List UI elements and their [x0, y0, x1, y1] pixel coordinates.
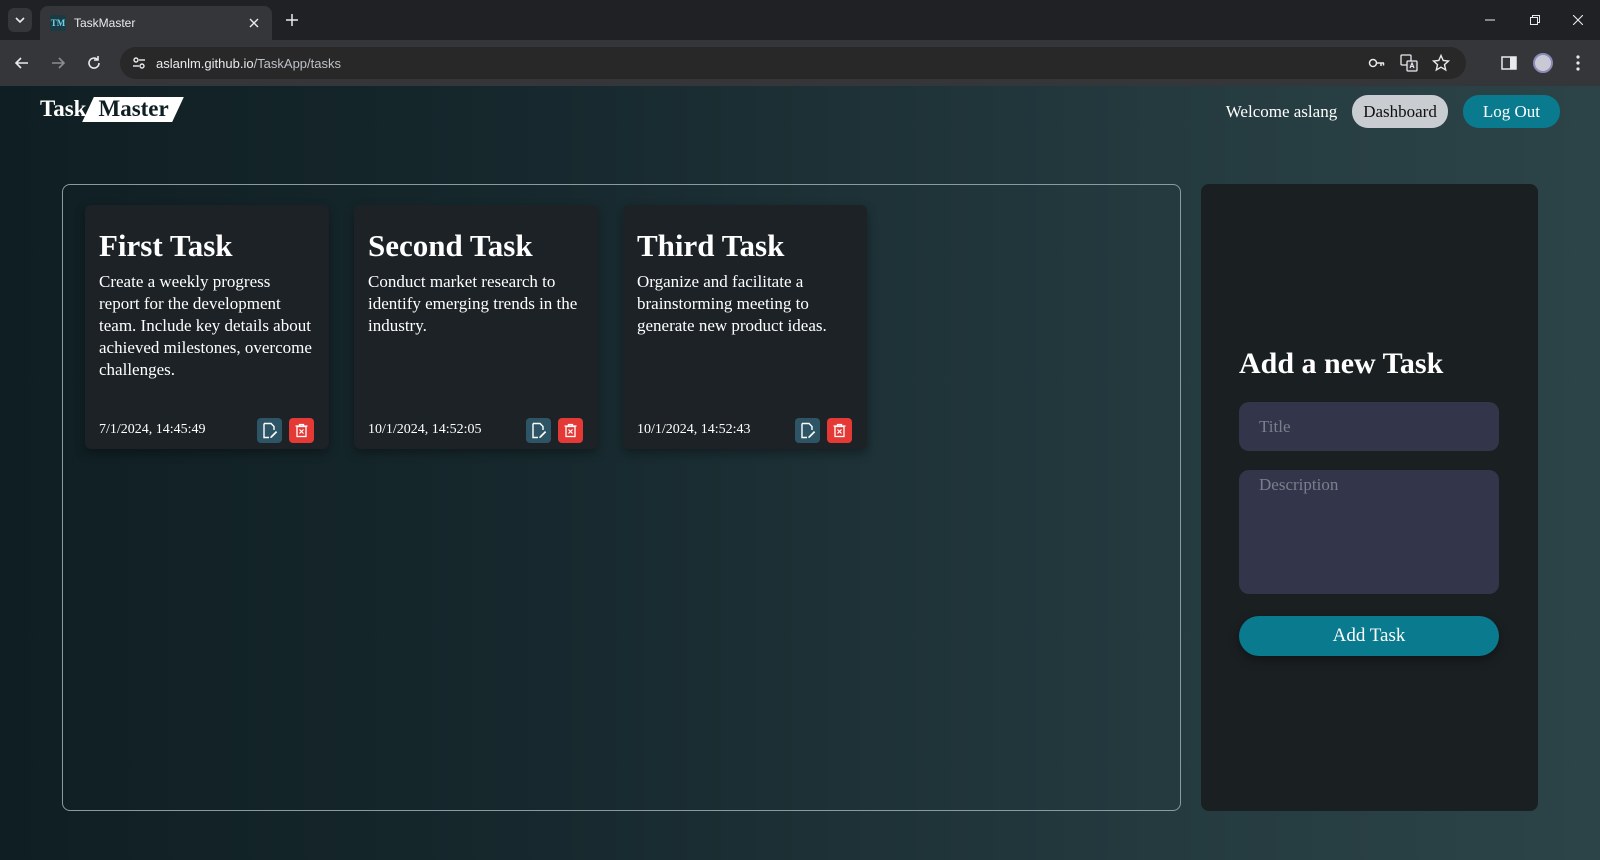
- browser-toolbar: aslanlm.github.io/TaskApp/tasks: [0, 40, 1600, 86]
- reload-icon: [88, 56, 100, 69]
- url-text: aslanlm.github.io/TaskApp/tasks: [156, 56, 341, 71]
- header-nav: Welcome aslang Dashboard Log Out: [1226, 95, 1560, 128]
- close-window-button[interactable]: [1564, 8, 1592, 32]
- logo-master: Master: [88, 96, 178, 122]
- task-card: Second Task Conduct market research to i…: [354, 205, 598, 449]
- delete-task-button[interactable]: [558, 417, 583, 443]
- tab-title: TaskMaster: [74, 16, 136, 30]
- logo[interactable]: Task Master: [40, 96, 179, 122]
- profile-button[interactable]: [1531, 51, 1555, 75]
- task-footer: 10/1/2024, 14:52:05: [368, 417, 583, 443]
- new-tab-button[interactable]: [282, 10, 302, 30]
- task-footer: 10/1/2024, 14:52:43: [637, 417, 852, 443]
- delete-icon: [295, 423, 308, 437]
- tab-close-button[interactable]: [246, 15, 262, 31]
- task-footer: 7/1/2024, 14:45:49: [99, 417, 314, 443]
- delete-task-button[interactable]: [827, 417, 852, 443]
- url-host: aslanlm.github.io: [156, 55, 254, 71]
- star-icon: [1432, 54, 1450, 72]
- delete-icon: [564, 423, 577, 437]
- close-icon: [249, 18, 259, 28]
- task-description-input[interactable]: [1239, 470, 1499, 594]
- task-description: Conduct market research to identify emer…: [368, 272, 578, 335]
- task-card: Third Task Organize and facilitate a bra…: [623, 205, 867, 449]
- task-title: First Task: [99, 228, 233, 263]
- key-icon: [1368, 58, 1385, 68]
- side-panel-icon: [1501, 56, 1517, 70]
- forward-button[interactable]: [46, 51, 70, 75]
- favicon-icon: TM: [50, 15, 66, 31]
- reload-button[interactable]: [82, 51, 106, 75]
- edit-icon: [801, 422, 816, 438]
- add-task-heading: Add a new Task: [1239, 347, 1444, 380]
- task-date: 10/1/2024, 14:52:05: [368, 422, 482, 437]
- edit-task-button[interactable]: [795, 417, 820, 443]
- dashboard-button[interactable]: Dashboard: [1352, 95, 1448, 128]
- tab-search-button[interactable]: [8, 8, 32, 32]
- minimize-icon: [1485, 19, 1495, 21]
- edit-icon: [532, 422, 547, 438]
- task-description: Organize and facilitate a brainstorming …: [637, 272, 827, 335]
- minimize-button[interactable]: [1476, 8, 1504, 32]
- url-path: /TaskApp/tasks: [253, 55, 341, 71]
- delete-task-button[interactable]: [289, 417, 314, 443]
- back-icon: [14, 57, 28, 69]
- plus-icon: [286, 14, 298, 26]
- edit-icon: [263, 422, 278, 438]
- site-info-icon: [133, 57, 145, 69]
- address-bar-actions: [1366, 52, 1452, 74]
- bookmark-button[interactable]: [1430, 52, 1452, 74]
- edit-task-button[interactable]: [257, 417, 282, 443]
- site-info-button[interactable]: [128, 52, 150, 74]
- welcome-text: Welcome aslang: [1225, 101, 1338, 121]
- task-title-input[interactable]: [1239, 402, 1499, 451]
- address-bar[interactable]: aslanlm.github.io/TaskApp/tasks: [120, 47, 1466, 79]
- close-window-icon: [1573, 15, 1583, 25]
- task-title: Second Task: [368, 228, 533, 263]
- browser-tab[interactable]: TM TaskMaster: [40, 6, 272, 40]
- menu-icon: [1576, 55, 1580, 71]
- chevron-down-icon: [15, 17, 25, 24]
- page: Task Master Welcome aslang Dashboard Log…: [0, 86, 1600, 860]
- task-date: 7/1/2024, 14:45:49: [99, 422, 206, 437]
- forward-icon: [52, 57, 66, 69]
- task-card: First Task Create a weekly progress repo…: [85, 205, 329, 449]
- task-date: 10/1/2024, 14:52:43: [637, 422, 751, 437]
- logout-button[interactable]: Log Out: [1462, 95, 1560, 128]
- browser-tabstrip: TM TaskMaster: [0, 0, 1600, 40]
- translate-icon: [1400, 54, 1418, 72]
- side-panel-button[interactable]: [1497, 51, 1521, 75]
- password-button[interactable]: [1366, 52, 1388, 74]
- translate-button[interactable]: [1398, 52, 1420, 74]
- edit-task-button[interactable]: [526, 417, 551, 443]
- add-task-button[interactable]: Add Task: [1239, 616, 1499, 656]
- back-button[interactable]: [10, 51, 34, 75]
- logo-task: Task: [40, 96, 87, 121]
- delete-icon: [833, 423, 846, 437]
- add-task-panel: Add a new Task Add Task: [1201, 184, 1538, 811]
- restore-button[interactable]: [1521, 8, 1549, 32]
- restore-icon: [1530, 15, 1540, 25]
- tasks-panel: First Task Create a weekly progress repo…: [62, 184, 1181, 811]
- browser-menu-button[interactable]: [1566, 51, 1590, 75]
- profile-avatar: [1533, 53, 1553, 73]
- task-description: Create a weekly progress report for the …: [99, 272, 312, 379]
- task-title: Third Task: [637, 228, 785, 263]
